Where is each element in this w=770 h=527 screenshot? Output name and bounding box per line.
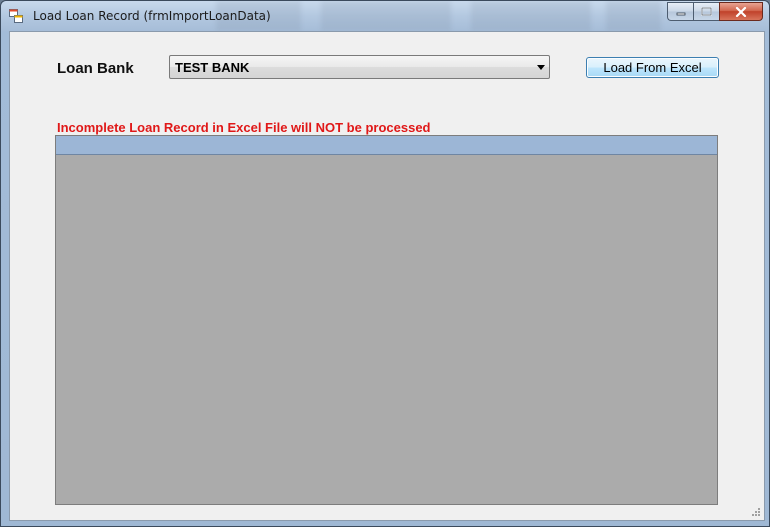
close-button[interactable] <box>719 2 763 21</box>
chevron-down-icon[interactable] <box>537 65 545 70</box>
form-window-icon <box>9 9 23 23</box>
background-blur <box>321 1 451 31</box>
window-title: Load Loan Record (frmImportLoanData) <box>33 9 271 23</box>
grid-header-row[interactable] <box>56 136 717 155</box>
close-icon <box>735 6 747 17</box>
title-bar[interactable]: Load Loan Record (frmImportLoanData) <box>1 1 769 31</box>
loan-bank-selected-value: TEST BANK <box>175 60 250 75</box>
maximize-button[interactable] <box>693 2 719 21</box>
load-from-excel-button[interactable]: Load From Excel <box>586 57 719 78</box>
form-client-area: Loan Bank TEST BANK Load From Excel Inco… <box>9 31 765 521</box>
minimize-icon <box>676 12 685 15</box>
minimize-button[interactable] <box>667 2 693 21</box>
maximize-icon <box>701 7 712 16</box>
warning-message: Incomplete Loan Record in Excel File wil… <box>57 120 431 135</box>
loan-bank-select[interactable]: TEST BANK <box>169 55 550 79</box>
background-blur <box>606 1 661 31</box>
background-blur <box>471 1 591 31</box>
caption-buttons <box>667 2 763 21</box>
loan-bank-label: Loan Bank <box>57 60 134 77</box>
app-window: Load Loan Record (frmImportLoanData) Loa… <box>0 0 770 527</box>
loan-data-grid[interactable] <box>55 135 718 505</box>
resize-grip-icon[interactable] <box>751 507 761 517</box>
